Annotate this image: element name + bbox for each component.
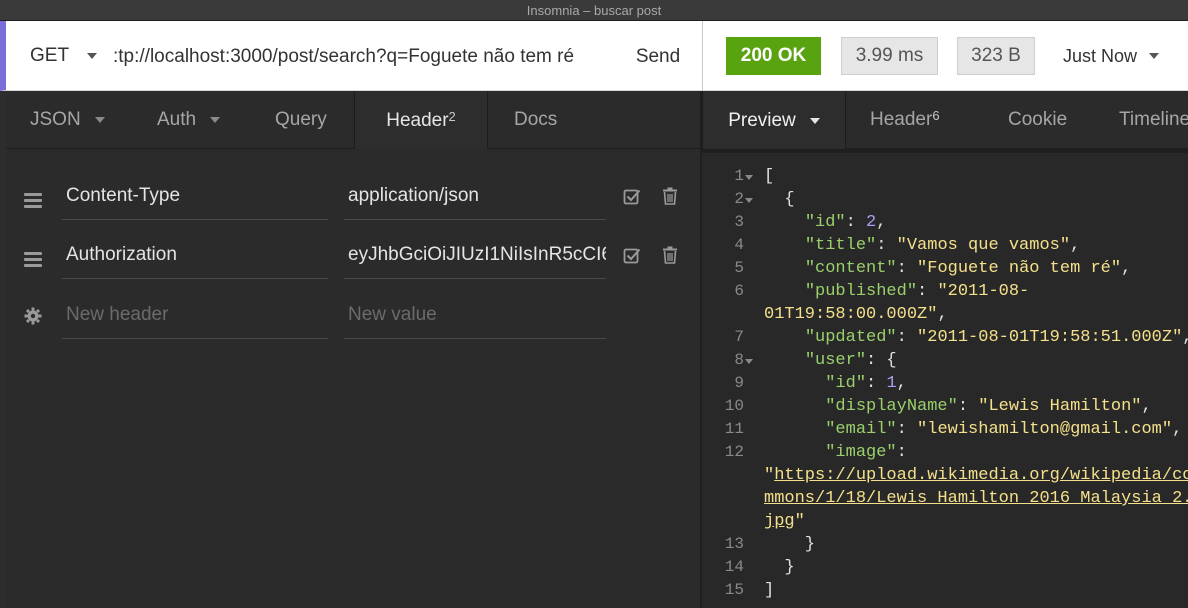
tab-label: Header6 (870, 108, 940, 130)
code-line: 01T19:58:00.000Z", (764, 305, 948, 324)
tab-label: Timeline (1119, 109, 1188, 130)
tab-label: Query (275, 109, 327, 130)
status-badge: 200 OK (726, 37, 821, 75)
code-line: mmons/1/18/Lewis_Hamilton_2016_Malaysia_… (764, 489, 1188, 508)
method-label: GET (30, 45, 70, 66)
new-header-row: New header New value (6, 292, 700, 351)
response-size-badge: 323 B (957, 37, 1035, 75)
tab-label: Header2 (386, 108, 456, 131)
tab-label: Docs (514, 109, 558, 130)
trash-icon[interactable] (662, 246, 678, 264)
fold-arrow-icon[interactable] (745, 198, 753, 203)
tab-docs[interactable]: Docs (514, 91, 557, 149)
response-time-badge: 3.99 ms (841, 37, 938, 75)
line-number: 3 (734, 213, 744, 231)
code-line: { (784, 190, 795, 209)
tab-label: Auth (157, 109, 197, 130)
code-line: } (764, 558, 795, 577)
line-number: 12 (724, 443, 744, 461)
image-url-link[interactable]: mmons/1/18/Lewis_Hamilton_2016_Malaysia_… (764, 489, 1188, 508)
line-number: 6 (734, 282, 744, 300)
code-line: [ (764, 167, 775, 186)
response-preview[interactable]: 1 2 3 4 5 6 7 8 9 10 11 12 13 14 15 [ { … (702, 149, 1188, 608)
tab-json[interactable]: JSON (30, 91, 105, 149)
gear-icon[interactable] (24, 307, 42, 325)
tab-auth[interactable]: Auth (157, 91, 221, 149)
code-line: "https://upload.wikimedia.org/wikipedia/… (764, 466, 1188, 485)
line-number: 5 (734, 259, 744, 277)
tab-response-header[interactable]: Header6 (870, 91, 940, 149)
header-value-field[interactable]: eyJhbGciOiJIUzI1NiIsInR5cCI6 (344, 232, 606, 279)
code-line: "image": (825, 443, 907, 462)
send-button[interactable]: Send (618, 21, 698, 91)
code-line: "id": 1, (825, 374, 907, 393)
tab-count-badge: 6 (932, 108, 940, 123)
line-number: 13 (724, 535, 744, 553)
url-input[interactable]: :tp://localhost:3000/post/search?q=Fogue… (113, 21, 603, 91)
line-number: 1 (734, 167, 744, 185)
header-row: Content-Type application/json (6, 173, 700, 232)
header-row: Authorization eyJhbGciOiJIUzI1NiIsInR5cC… (6, 232, 700, 291)
code-line: "email": "lewishamilton@gmail.com", (825, 420, 1183, 439)
code-line: "displayName": "Lewis Hamilton", (825, 397, 1152, 416)
header-value-field[interactable]: application/json (344, 173, 606, 220)
tab-header[interactable]: Header2 (354, 91, 488, 150)
chevron-down-icon (87, 53, 98, 59)
drag-handle-icon[interactable] (24, 193, 42, 211)
tab-preview[interactable]: Preview (702, 91, 846, 150)
new-value-input[interactable]: New value (344, 292, 606, 339)
code-line: "id": 2, (804, 213, 887, 232)
tab-label: Cookie (1008, 109, 1068, 130)
new-header-input[interactable]: New header (62, 292, 328, 339)
checkbox-checked-icon[interactable] (623, 246, 641, 264)
trash-icon[interactable] (662, 187, 678, 205)
tab-count-badge: 2 (448, 108, 456, 124)
chevron-down-icon (809, 117, 820, 124)
line-number: 2 (734, 190, 744, 208)
code-line: "title": "Vamos que vamos", (804, 236, 1081, 255)
line-number: 11 (724, 420, 744, 438)
tab-cookie[interactable]: Cookie (1008, 91, 1067, 149)
chevron-down-icon (210, 117, 221, 123)
code-line: "user": { (804, 351, 897, 370)
line-number: 10 (724, 397, 744, 415)
header-name-field[interactable]: Content-Type (62, 173, 328, 220)
method-dropdown[interactable]: GET (30, 21, 98, 91)
image-url-link[interactable]: https://upload.wikimedia.org/wikipedia/c… (774, 466, 1188, 485)
request-url-bar: GET :tp://localhost:3000/post/search?q=F… (0, 21, 702, 91)
tab-timeline[interactable]: Timeline (1119, 91, 1188, 149)
request-tabs: JSON Auth Query Header2 Docs (6, 91, 700, 150)
code-line: "content": "Foguete não tem ré", (804, 259, 1132, 278)
line-number: 4 (734, 236, 744, 254)
line-number: 7 (734, 328, 744, 346)
line-number: 15 (724, 581, 744, 599)
code-line: jpg" (764, 512, 805, 531)
tab-query[interactable]: Query (275, 91, 327, 149)
chevron-down-icon (1149, 53, 1160, 59)
line-number: 14 (724, 558, 744, 576)
image-url-link[interactable]: jpg (764, 512, 795, 531)
code-line: ] (764, 581, 775, 600)
response-status-bar: 200 OK 3.99 ms 323 B Just Now (702, 21, 1188, 91)
code-line: "published": "2011-08- (804, 282, 1030, 301)
drag-handle-icon[interactable] (24, 252, 42, 270)
chevron-down-icon (94, 117, 105, 123)
response-tabs: Preview Header6 Cookie Timeline (702, 91, 1188, 150)
code-line: } (764, 535, 816, 554)
header-name-field[interactable]: Authorization (62, 232, 328, 279)
checkbox-checked-icon[interactable] (623, 187, 641, 205)
tab-label: Preview (728, 109, 796, 131)
history-dropdown[interactable]: Just Now (1063, 21, 1160, 91)
line-number: 8 (734, 351, 744, 369)
fold-arrow-icon[interactable] (745, 359, 753, 364)
headers-editor: Content-Type application/json Authorizat… (6, 149, 700, 608)
fold-arrow-icon[interactable] (745, 175, 753, 180)
code-line: "updated": "2011-08-01T19:58:51.000Z", (804, 328, 1188, 347)
history-label: Just Now (1063, 46, 1138, 66)
line-number: 9 (734, 374, 744, 392)
tab-label: JSON (30, 109, 81, 130)
window-title: Insomnia – buscar post (0, 0, 1188, 21)
